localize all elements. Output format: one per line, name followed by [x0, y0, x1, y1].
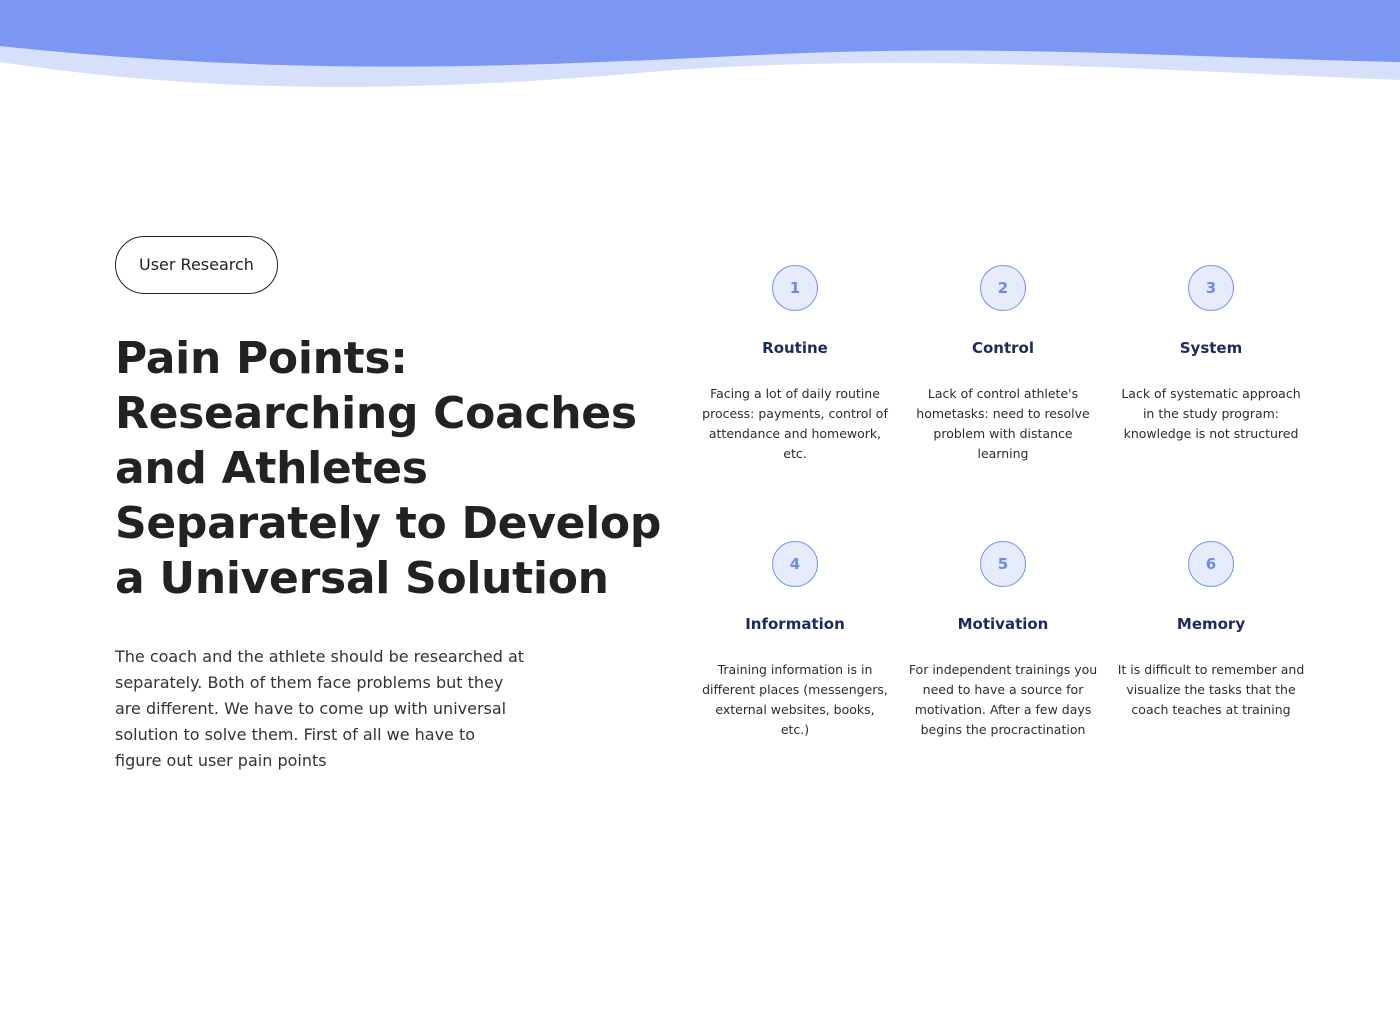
- number-badge: 4: [772, 541, 818, 587]
- pain-point-card-control: 2 Control Lack of control athlete's home…: [899, 265, 1107, 541]
- pain-point-title: Information: [745, 615, 845, 633]
- user-research-tag: User Research: [115, 236, 278, 294]
- pain-point-title: Routine: [762, 339, 828, 357]
- pain-point-description: Lack of systematic approach in the study…: [1121, 386, 1301, 441]
- pain-points-grid: 1 Routine Facing a lot of daily routine …: [691, 265, 1315, 791]
- pain-point-title: Memory: [1176, 615, 1246, 633]
- pain-point-card-motivation: 5 Motivation For independent trainings y…: [899, 541, 1107, 791]
- number-badge: 5: [980, 541, 1026, 587]
- number-badge: 6: [1188, 541, 1234, 587]
- pain-point-card-memory: 6 Memory It is difficult to remember and…: [1107, 541, 1315, 791]
- pain-point-card-routine: 1 Routine Facing a lot of daily routine …: [691, 265, 899, 541]
- pain-point-card-system: 3 System Lack of systematic approach in …: [1107, 265, 1315, 541]
- pain-point-title: System: [1179, 339, 1243, 357]
- pain-point-description: For independent trainings you need to ha…: [908, 662, 1098, 737]
- intro-paragraph: The coach and the athlete should be rese…: [115, 647, 525, 770]
- pain-point-description: It is difficult to remember and visualiz…: [1117, 662, 1305, 717]
- pain-point-card-information: 4 Information Training information is in…: [691, 541, 899, 791]
- pain-point-description: Facing a lot of daily routine process: p…: [702, 386, 888, 461]
- number-badge: 2: [980, 265, 1026, 311]
- number-badge: 1: [772, 265, 818, 311]
- page-title: Pain Points: Researching Coaches and Ath…: [115, 333, 662, 604]
- number-badge: 3: [1188, 265, 1234, 311]
- pain-point-description: Training information is in different pla…: [702, 662, 888, 737]
- pain-point-title: Motivation: [957, 615, 1049, 633]
- pain-point-description: Lack of control athlete's hometasks: nee…: [916, 386, 1090, 461]
- pain-point-title: Control: [971, 339, 1034, 357]
- intro-section: User Research Pain Points: Researching C…: [115, 236, 685, 774]
- header-wave: [0, 0, 1400, 87]
